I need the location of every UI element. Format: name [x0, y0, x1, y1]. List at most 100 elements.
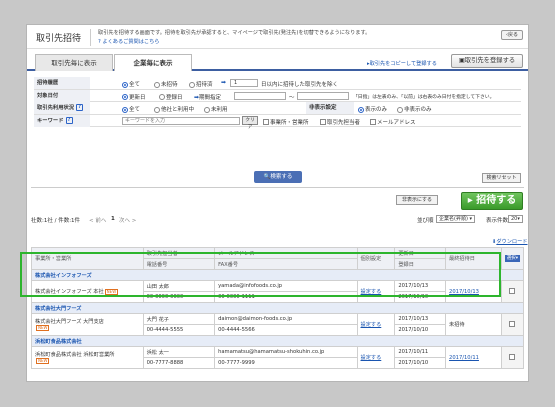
usage-unused-radio[interactable]: 未利用: [204, 105, 228, 113]
email-cell: yamada@infofoods.co.jp: [214, 280, 358, 292]
per-page-select[interactable]: 20▾: [508, 215, 523, 223]
hide-button[interactable]: 非表示にする: [396, 195, 438, 205]
header-phone: 電話番号: [142, 258, 216, 270]
new-badge: NEW: [36, 324, 50, 331]
checkbox-icon: [320, 119, 326, 125]
date-updated-radio[interactable]: 更新日: [122, 93, 146, 101]
page-title: 取引先招待: [36, 34, 82, 44]
days-select[interactable]: 1: [230, 79, 258, 87]
question-icon[interactable]: ?: [65, 116, 73, 124]
chevron-down-icon: ▾: [515, 256, 518, 261]
question-icon[interactable]: ?: [76, 104, 84, 111]
tab-by-company[interactable]: 企業毎に表示: [114, 54, 192, 71]
company-group-row: 株式会社大門フーズ: [31, 302, 524, 314]
header-fax: FAX番号: [214, 258, 358, 270]
tab-by-partner[interactable]: 取引先毎に表示: [35, 54, 113, 71]
history-invited-radio[interactable]: 招待済: [189, 80, 213, 88]
header-contact: 取引先担当者: [142, 247, 216, 259]
header-last-invite: 最終招待日: [445, 247, 502, 270]
radio-off-icon: [397, 106, 403, 113]
download-link[interactable]: ⬇ダウンロード: [492, 238, 528, 245]
filter-row-date: 対象日付 更新日 登録日 ➡期間指定 〜 「日指」は左表のみ、「以前」は右表のみ…: [34, 89, 521, 102]
filter-row-history: 招待履歴 全て 未招待 招待済 ➡ 1 日以内に招待した取引先を除く: [34, 77, 521, 90]
updated-date: 2017/10/13: [394, 313, 447, 325]
header-select: 選択▾: [500, 247, 525, 270]
new-badge: NEW: [104, 288, 119, 295]
company-name: 株式会社大門フーズ: [31, 302, 524, 314]
display-shown-radio[interactable]: 表示のみ: [358, 105, 387, 113]
partner-table: 事業所・営業所 取引先担当者 メールアドレス 個別設定 更新日 最終招待日 選択…: [31, 247, 525, 369]
date-to-input[interactable]: [297, 91, 349, 100]
history-uninvited-radio[interactable]: 未招待: [154, 80, 178, 88]
row-checkbox[interactable]: [508, 354, 515, 361]
usage-shared-label: 他社と利用中: [161, 107, 195, 113]
select-cell: [500, 280, 525, 303]
arrow-right-icon: ➡: [221, 79, 227, 86]
header-divider: [90, 29, 91, 46]
date-tilde: 〜: [289, 94, 295, 101]
history-all-label: 全て: [129, 82, 141, 88]
checkbox-icon: [263, 119, 269, 125]
check-office[interactable]: 事業所・営業所: [263, 118, 309, 126]
last-invite-cell: 2017/10/13: [445, 280, 502, 303]
email-cell: daimon@daimon-foods.co.jp: [214, 313, 358, 325]
check-email[interactable]: メールアドレス: [370, 118, 416, 126]
radio-on-icon: [122, 81, 128, 88]
radio-on-icon: [358, 106, 364, 113]
last-invite-link[interactable]: 2017/10/13: [449, 289, 479, 295]
help-icon: ?: [98, 39, 101, 45]
usage-all-radio[interactable]: 全て: [122, 105, 140, 113]
history-all-radio[interactable]: 全て: [122, 80, 140, 88]
next-link[interactable]: 次へ >: [119, 216, 136, 224]
keyword-input[interactable]: [122, 116, 240, 125]
per-page-label: 表示件数: [486, 218, 509, 224]
contact-name: 山田 太郎: [142, 280, 216, 292]
usage-shared-radio[interactable]: 他社と利用中: [154, 105, 194, 113]
sort-value: 企業名(昇順): [439, 216, 468, 222]
setting-link[interactable]: 設定する: [361, 322, 382, 328]
filter-row-usage: 取引先利用状況? 全て 他社と利用中 未利用 非表示設定 表示のみ 非表示のみ: [34, 102, 521, 115]
register-partner-button[interactable]: ▣取引先を登録する: [451, 54, 523, 68]
list-toolbar: 社数:1社 / 件数:1件 < 前へ 1 次へ > 並び順 企業名(昇順) ▾ …: [31, 215, 524, 225]
header-registered: 登録日: [394, 258, 447, 270]
date-from-input[interactable]: [234, 91, 286, 100]
display-hidden-label: 非表示のみ: [404, 107, 432, 113]
display-shown-label: 表示のみ: [365, 107, 388, 113]
row-checkbox[interactable]: [508, 321, 515, 328]
radio-on-icon: [122, 94, 128, 100]
contact-name: 大門 花子: [142, 313, 216, 325]
sort-select[interactable]: 企業名(昇順) ▾: [436, 215, 476, 223]
faq-link[interactable]: ? よくあるご質問はこちら: [98, 38, 160, 45]
fax-cell: 00-0000-1111: [214, 291, 358, 303]
reset-button[interactable]: 検索リセット: [482, 173, 521, 183]
invite-button[interactable]: ▸ 招待する: [461, 192, 523, 210]
select-toggle[interactable]: 選択▾: [504, 255, 520, 262]
back-button[interactable]: ‹戻る: [501, 30, 523, 40]
check-contact[interactable]: 取引先担当者: [320, 118, 360, 126]
setting-link[interactable]: 設定する: [361, 355, 382, 361]
registered-date: 2017/10/10: [394, 291, 447, 303]
chevron-down-icon: ▾: [517, 216, 520, 222]
copy-partner-link[interactable]: ▸取引先をコピーして登録する: [367, 60, 437, 67]
invite-button-label: 招待する: [476, 195, 517, 206]
history-invited-label: 招待済: [196, 82, 213, 88]
search-button[interactable]: 🔍検索する: [254, 171, 302, 183]
header-updated: 更新日: [394, 247, 447, 259]
page-number[interactable]: 1: [111, 216, 115, 222]
date-updated-label: 更新日: [129, 94, 146, 101]
date-registered-radio[interactable]: 登録日: [159, 93, 183, 101]
table-row: 株式会社インフォフーズ 本社 NEW 山田 太郎 yamada@infofoods…: [31, 280, 525, 303]
setting-cell: 設定する: [356, 313, 396, 336]
prev-link[interactable]: < 前へ: [89, 216, 106, 224]
row-checkbox[interactable]: [508, 288, 515, 295]
email-cell: hamamatsu@hamamatsu-shokuhin.co.jp: [214, 346, 358, 358]
setting-cell: 設定する: [356, 346, 396, 369]
setting-link[interactable]: 設定する: [361, 289, 382, 295]
checkbox-icon: [370, 119, 376, 125]
keyword-clear-button[interactable]: クリア: [242, 116, 258, 130]
display-hidden-radio[interactable]: 非表示のみ: [397, 105, 432, 113]
radio-off-icon: [189, 81, 195, 88]
fax-cell: 00-4444-5566: [214, 324, 358, 336]
last-invite-link[interactable]: 2017/10/11: [449, 355, 479, 361]
invite-panel: 取引先招待 取引先を招待する画面です。招待を取引先が承認すると、マイページで取引…: [26, 24, 529, 382]
